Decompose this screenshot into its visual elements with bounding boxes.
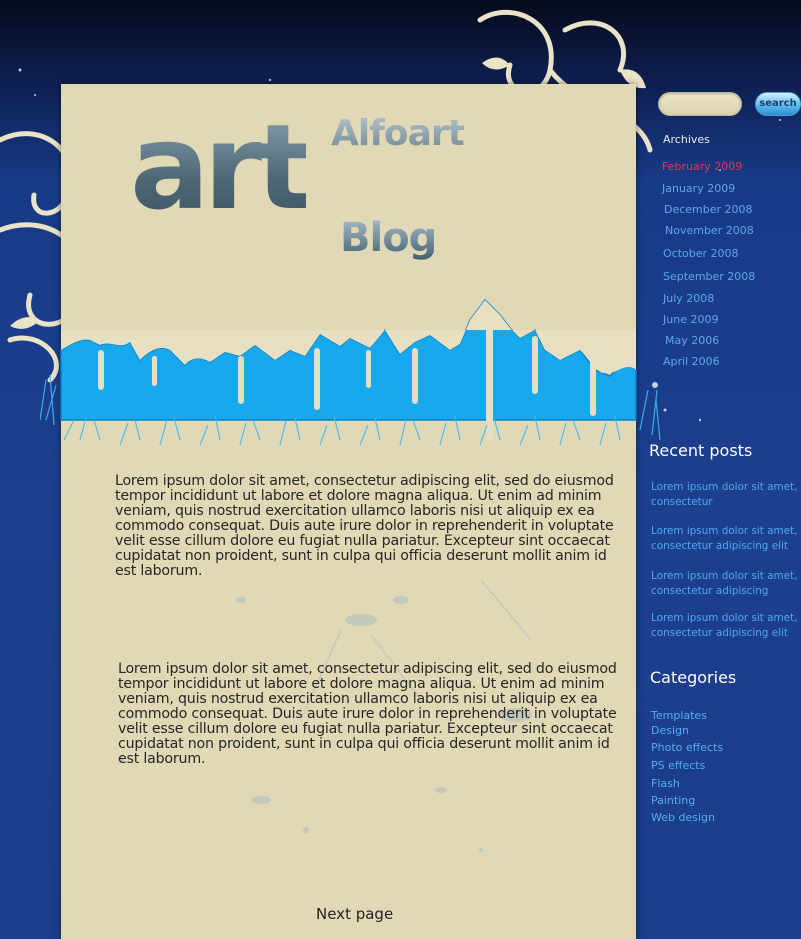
category-link-web-design[interactable]: Web design xyxy=(651,811,715,824)
logo-art-mark: art xyxy=(130,98,312,236)
logo-blog-title: Blog xyxy=(340,215,437,261)
category-link-design[interactable]: Design xyxy=(651,724,689,737)
logo-site-name: Alfoart xyxy=(331,113,465,154)
recent-post-link[interactable]: Lorem ipsum dolor sit amet, consectetur xyxy=(651,480,799,510)
recent-posts-heading: Recent posts xyxy=(649,441,753,460)
archive-link-april-2006[interactable]: April 2006 xyxy=(663,355,720,368)
blue-paint-drip-banner xyxy=(40,298,661,446)
category-link-templates[interactable]: Templates xyxy=(651,709,707,722)
archive-link-january-2009[interactable]: January 2009 xyxy=(662,182,735,195)
search-input[interactable] xyxy=(658,92,742,116)
recent-post-link[interactable]: Lorem ipsum dolor sit amet, consectetur … xyxy=(651,569,799,599)
archive-link-december-2008[interactable]: December 2008 xyxy=(664,203,753,216)
archive-link-july-2008[interactable]: July 2008 xyxy=(663,292,714,305)
category-link-photo-effects[interactable]: Photo effects xyxy=(651,741,723,754)
recent-post-link[interactable]: Lorem ipsum dolor sit amet, consectetur … xyxy=(651,524,799,554)
archive-link-september-2008[interactable]: September 2008 xyxy=(663,270,755,283)
article-body-1: Lorem ipsum dolor sit amet, consectetur … xyxy=(115,473,614,579)
next-page-link[interactable]: Next page xyxy=(316,905,393,923)
search-button[interactable]: search xyxy=(755,92,801,116)
archive-link-october-2008[interactable]: October 2008 xyxy=(663,247,739,260)
category-link-painting[interactable]: Painting xyxy=(651,794,695,807)
archive-link-may-2006[interactable]: May 2006 xyxy=(665,334,719,347)
archive-link-june-2009[interactable]: June 2009 xyxy=(663,313,718,326)
archive-link-november-2008[interactable]: November 2008 xyxy=(665,224,754,237)
archives-heading: Archives xyxy=(663,133,710,146)
category-link-flash[interactable]: Flash xyxy=(651,777,680,790)
archive-link-february-2009[interactable]: February 2009 xyxy=(662,160,742,173)
article-body-2: Lorem ipsum dolor sit amet, consectetur … xyxy=(118,661,617,767)
recent-post-link[interactable]: Lorem ipsum dolor sit amet, consectetur … xyxy=(651,611,799,641)
category-link-ps-effects[interactable]: PS effects xyxy=(651,759,705,772)
categories-heading: Categories xyxy=(650,668,737,687)
